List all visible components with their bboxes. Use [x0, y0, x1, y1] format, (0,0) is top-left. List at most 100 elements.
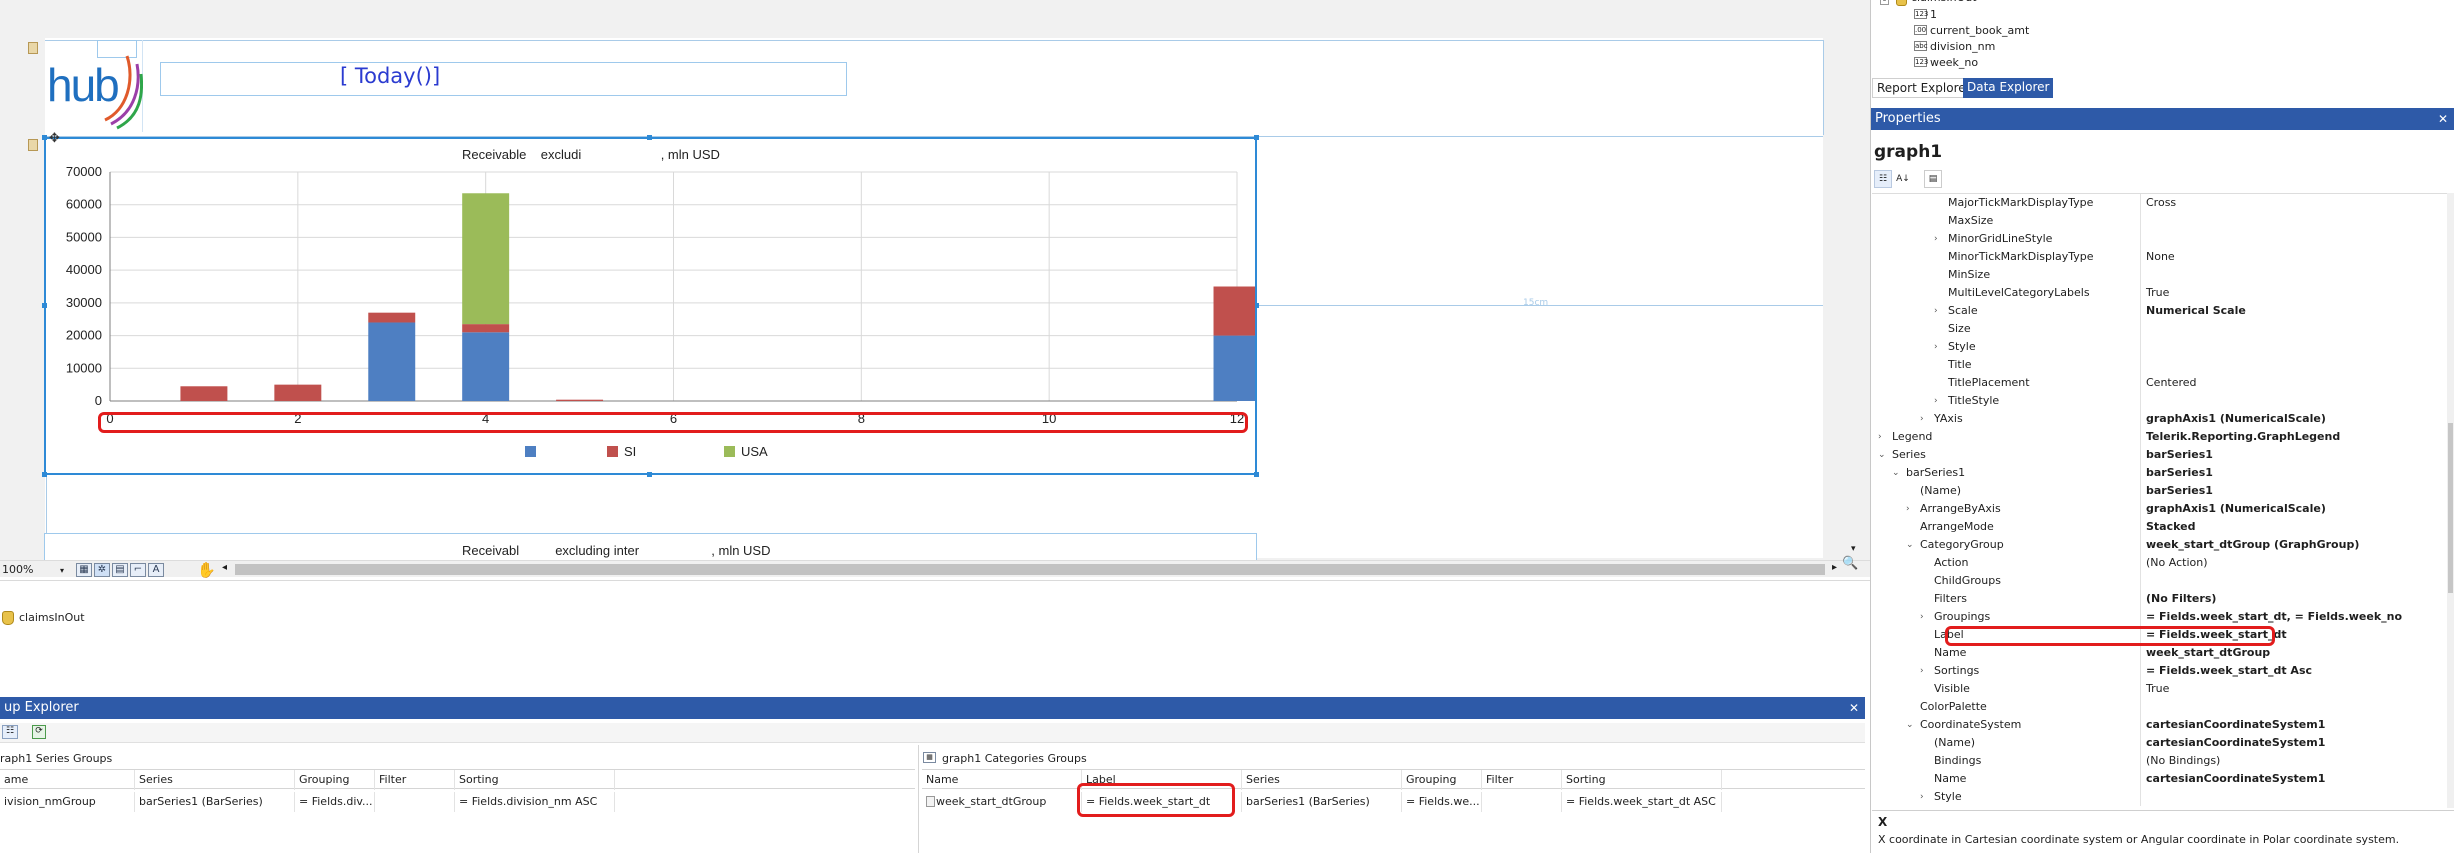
property-row[interactable]: ⌄ CategoryGroup week_start_dtGroup (GraphG… — [1872, 536, 2447, 554]
property-row[interactable]: MinorTickMarkDisplayType None — [1872, 248, 2447, 266]
col-sorting[interactable]: Sorting — [455, 770, 615, 790]
property-row[interactable]: › Style — [1872, 788, 2447, 806]
property-row[interactable]: › ArrangeByAxis graphAxis1 (NumericalScale… — [1872, 500, 2447, 518]
scroll-thumb[interactable] — [2448, 423, 2453, 593]
property-value[interactable]: barSeries1 — [2142, 464, 2213, 482]
text-tool-icon[interactable]: A — [148, 563, 164, 577]
cell-series[interactable]: barSeries1 (BarSeries) — [135, 792, 295, 812]
property-row[interactable]: › Style — [1872, 338, 2447, 356]
panel-splitter[interactable] — [918, 745, 919, 853]
grid-tool-icon[interactable]: ▦ — [76, 563, 92, 577]
bar-segment[interactable] — [1213, 286, 1255, 336]
data-source-item[interactable]: claimsInOut — [19, 611, 85, 624]
property-row[interactable]: MultiLevelCategoryLabels True — [1872, 284, 2447, 302]
property-value[interactable]: cartesianCoordinateSystem1 — [2142, 716, 2325, 734]
property-row[interactable]: (Name) cartesianCoordinateSystem1 — [1872, 734, 2447, 752]
snap-tool-icon[interactable]: ✲ — [94, 563, 110, 577]
collapse-icon[interactable]: ⌄ — [1906, 716, 1914, 734]
property-value[interactable]: = Fields.week_start_dt, = Fields.week_no — [2142, 608, 2402, 626]
property-row[interactable]: › TitleStyle — [1872, 392, 2447, 410]
property-row[interactable]: › Sortings = Fields.week_start_dt Asc — [1872, 662, 2447, 680]
col-series[interactable]: Series — [1242, 770, 1402, 790]
property-row[interactable]: (Name) barSeries1 — [1872, 482, 2447, 500]
collapse-icon[interactable]: ⌄ — [1906, 536, 1914, 554]
expand-icon[interactable]: › — [1934, 392, 1938, 410]
property-value[interactable]: Stacked — [2142, 518, 2195, 536]
cell-sorting[interactable]: = Fields.division_nm ASC — [455, 792, 615, 812]
close-icon[interactable]: ✕ — [2438, 108, 2448, 130]
layout-tool-icon[interactable]: ▤ — [112, 563, 128, 577]
property-row[interactable]: ChildGroups — [1872, 572, 2447, 590]
property-row[interactable]: Action (No Action) — [1872, 554, 2447, 572]
property-grid[interactable]: MajorTickMarkDisplayType Cross MaxSize › Min… — [1872, 193, 2447, 808]
col-sorting[interactable]: Sorting — [1562, 770, 1722, 790]
property-row[interactable]: Name cartesianCoordinateSystem1 — [1872, 770, 2447, 788]
cell-grouping[interactable]: = Fields.we... — [1402, 792, 1482, 812]
property-row[interactable]: Size — [1872, 320, 2447, 338]
col-name[interactable]: ame — [0, 770, 135, 790]
property-value[interactable]: cartesianCoordinateSystem1 — [2142, 734, 2325, 752]
tab-data-explorer[interactable]: Data Explorer — [1963, 78, 2054, 98]
property-value[interactable]: = Fields.week_start_dt Asc — [2142, 662, 2312, 680]
expand-icon[interactable]: › — [1878, 428, 1882, 446]
col-filter[interactable]: Filter — [375, 770, 455, 790]
cell-sorting[interactable]: = Fields.week_start_dt ASC — [1562, 792, 1722, 812]
expand-icon[interactable]: › — [1920, 662, 1924, 680]
cell-filter[interactable] — [375, 792, 455, 812]
property-row[interactable]: › MinorGridLineStyle — [1872, 230, 2447, 248]
page-header-band-icon[interactable] — [28, 42, 38, 54]
tab-report-explorer[interactable]: Report Explorer — [1872, 78, 1976, 98]
properties-scrollbar[interactable] — [2447, 193, 2454, 808]
property-value[interactable]: Numerical Scale — [2142, 302, 2246, 320]
property-value[interactable]: True — [2142, 284, 2169, 302]
property-row[interactable]: › Scale Numerical Scale — [1872, 302, 2447, 320]
property-value[interactable]: week_start_dtGroup — [2142, 644, 2270, 662]
resize-handle-tl[interactable] — [42, 135, 47, 140]
property-row[interactable]: ArrangeMode Stacked — [1872, 518, 2447, 536]
collapse-icon[interactable]: ⌄ — [1878, 446, 1886, 464]
resize-handle-l[interactable] — [42, 303, 47, 308]
hand-tool-icon[interactable]: ✋ — [197, 561, 216, 579]
property-value[interactable]: barSeries1 — [2142, 482, 2213, 500]
data-sources-tray[interactable] — [0, 580, 1870, 690]
tree-item-field[interactable]: division_nm — [1930, 40, 1995, 53]
collapse-icon[interactable]: – — [1880, 0, 1889, 5]
refresh-icon[interactable]: ⟳ — [32, 725, 46, 739]
ruler-tool-icon[interactable]: ⌐ — [130, 563, 146, 577]
tree-item-field[interactable]: current_book_amt — [1930, 24, 2029, 37]
property-value[interactable]: barSeries1 — [2142, 446, 2213, 464]
property-row[interactable]: ⌄ barSeries1 barSeries1 — [1872, 464, 2447, 482]
bar-segment[interactable] — [274, 384, 322, 401]
scroll-right-icon[interactable]: ▸ — [1832, 562, 1837, 573]
expand-icon[interactable]: › — [1920, 788, 1924, 806]
property-value[interactable]: True — [2142, 680, 2169, 698]
property-value[interactable]: graphAxis1 (NumericalScale) — [2142, 500, 2326, 518]
property-value[interactable]: (No Action) — [2142, 554, 2208, 572]
property-value[interactable]: cartesianCoordinateSystem1 — [2142, 770, 2325, 788]
title-textbox[interactable] — [160, 62, 847, 96]
property-row[interactable]: MajorTickMarkDisplayType Cross — [1872, 194, 2447, 212]
expand-icon[interactable]: › — [1934, 338, 1938, 356]
bar-segment[interactable] — [462, 332, 510, 401]
property-row[interactable]: MinSize — [1872, 266, 2447, 284]
scroll-left-icon[interactable]: ◂ — [222, 562, 227, 573]
property-pages-icon[interactable]: ▤ — [1924, 170, 1942, 188]
property-row[interactable]: Title — [1872, 356, 2447, 374]
property-value[interactable]: None — [2142, 248, 2175, 266]
resize-handle-bl[interactable] — [42, 472, 47, 477]
property-value[interactable]: Cross — [2142, 194, 2176, 212]
col-filter[interactable]: Filter — [1482, 770, 1562, 790]
resize-handle-b[interactable] — [647, 472, 652, 477]
move-handle-icon[interactable]: ✥ — [49, 131, 60, 146]
property-row[interactable]: TitlePlacement Centered — [1872, 374, 2447, 392]
close-icon[interactable]: ✕ — [1849, 697, 1859, 719]
col-series[interactable]: Series — [135, 770, 295, 790]
expand-icon[interactable]: › — [1920, 608, 1924, 626]
expand-icon[interactable]: › — [1920, 410, 1924, 428]
bar-segment[interactable] — [368, 312, 416, 323]
expand-icon[interactable]: › — [1906, 500, 1910, 518]
resize-handle-br[interactable] — [1254, 472, 1259, 477]
cell-series[interactable]: barSeries1 (BarSeries) — [1242, 792, 1402, 812]
tree-item-datasource[interactable]: claimsInOut — [1911, 0, 1977, 4]
cell-filter[interactable] — [1482, 792, 1562, 812]
